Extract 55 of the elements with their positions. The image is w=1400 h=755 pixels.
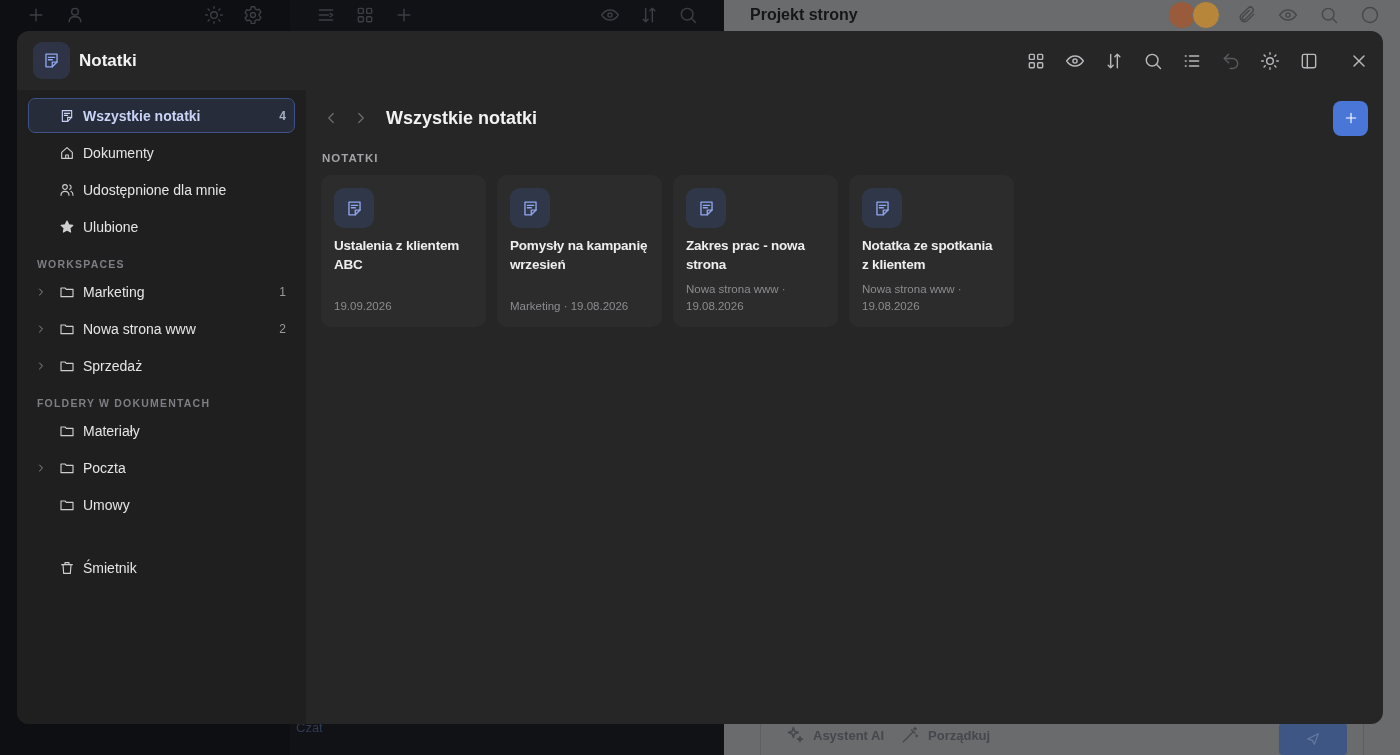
sidebar-item[interactable]: Śmietnik [28,550,295,585]
note-card[interactable]: Zakres prac - nowa strona Nowa strona www · 19.08.2026 [673,175,838,327]
sidebar-item[interactable]: Nowa strona www 2 [28,311,295,346]
note-icon [862,188,902,228]
note-icon [686,188,726,228]
sidebar-item[interactable]: Udostępnione dla mnie [28,172,295,207]
section-heading: FOLDERY W DOKUMENTACH [36,396,212,411]
sun-button[interactable] [1260,50,1280,71]
page-title: Wszystkie notatki [386,107,538,129]
notes-app-icon [33,42,70,79]
note-title: Notatka ze spotkania z klientem [862,237,994,274]
sidebar-item[interactable]: Poczta [28,450,295,485]
section-heading: NOTATKI [322,152,380,164]
note-icon [59,107,75,124]
sidebar-item[interactable]: Umowy [28,487,295,522]
item-count: 2 [279,321,286,336]
star-icon [59,218,75,235]
dialog-title: Notatki [79,50,137,71]
note-title: Ustalenia z klientem ABC [334,237,461,274]
sun-icon[interactable] [204,5,224,25]
sidebar-item[interactable]: Ulubione [28,209,295,244]
wand-icon [900,725,921,745]
note-title: Zakres prac - nowa strona [686,237,806,274]
sidebar-item[interactable]: Marketing 1 [28,274,295,309]
note-icon [510,188,550,228]
trash-icon [59,559,75,576]
note-card[interactable]: Ustalenia z klientem ABC 19.09.2026 [321,175,486,327]
sidebar-item[interactable]: Wszystkie notatki 4 [28,98,295,133]
item-count: 4 [279,108,286,123]
note-meta: Nowa strona www · 19.08.2026 [686,282,787,314]
note-icon [334,188,374,228]
note-meta: 19.09.2026 [334,299,393,314]
send-icon [1305,731,1321,747]
settings-icon[interactable] [243,5,263,25]
sparkle-icon [785,725,805,745]
grid-icon[interactable] [355,5,375,25]
users-icon [59,181,75,198]
sidebar-item[interactable]: Sprzedaż [28,348,295,383]
add-button[interactable] [1333,100,1368,136]
project-title: Projekt strony [750,6,858,24]
note-card[interactable]: Pomysły na kampanię wrzesień Marketing · 19.08.2026 [497,175,662,327]
paperclip-icon[interactable] [1237,5,1257,25]
home-icon [59,144,75,161]
sidebar-item[interactable]: Dokumenty [28,135,295,170]
sidebar-item[interactable]: Materiały [28,413,295,448]
note-card[interactable]: Notatka ze spotkania z klientem Nowa strona www · 19.08.2026 [849,175,1014,327]
circle-icon[interactable] [1360,5,1380,25]
section-heading: WORKSPACES [36,257,126,272]
note-title: Pomysły na kampanię wrzesień [510,237,649,274]
send-button[interactable] [1279,723,1347,755]
note-meta: Marketing · 19.08.2026 [510,299,630,314]
note-meta: Nowa strona www · 19.08.2026 [862,282,963,314]
search-icon[interactable] [1319,5,1339,25]
search-icon[interactable] [678,5,698,25]
item-count: 1 [279,284,286,299]
